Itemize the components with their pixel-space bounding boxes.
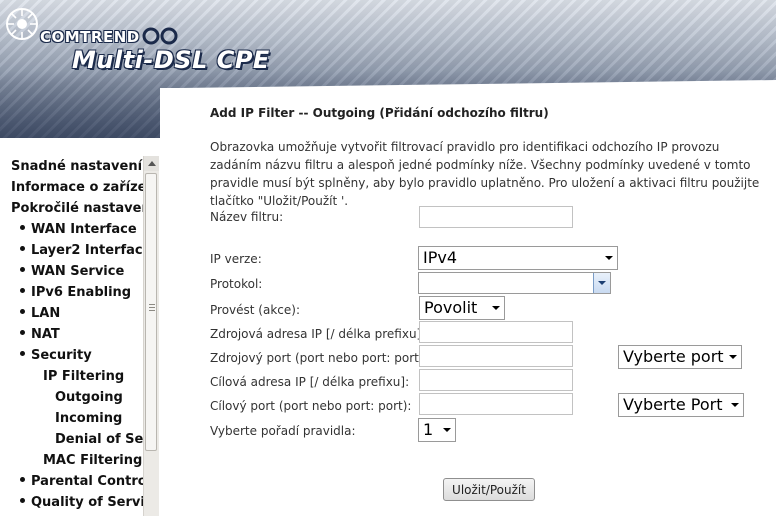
nav-item[interactable]: Security [0,345,143,366]
bullet-icon [20,246,25,251]
nav-item-label: MAC Filtering [43,453,143,468]
chevron-down-icon [492,306,500,310]
bullet-icon [20,225,25,230]
src-port-select-value: Vyberte port [623,347,724,366]
nav-item[interactable]: WAN Interface [0,219,143,240]
nav-item[interactable]: Denial of Service [0,429,143,450]
chevron-down-icon [593,273,610,293]
nav-item[interactable]: NAT [0,324,143,345]
src-port-select[interactable]: Vyberte port [618,345,742,369]
brand-circles-icon [142,27,178,45]
filter-name-input[interactable] [419,206,573,228]
nav-item-label: Incoming [55,411,123,426]
nav-item-label: Layer2 Interface [31,243,143,258]
left-nav: Snadné nastavení Informace o zařízení Pokr… [0,138,160,516]
ip-version-label: IP verze: [210,252,262,266]
nav-item-label: LAN [31,306,61,321]
nav-item[interactable]: WAN Service [0,261,143,282]
chevron-down-icon [443,428,451,432]
page-title: Add IP Filter -- Outgoing (Přidání odcho… [210,106,549,120]
scroll-thumb[interactable] [145,173,157,451]
dst-port-label: Cílový port (port nebo port: port): [210,399,412,413]
scroll-up-arrow-icon[interactable] [144,156,159,171]
nav-item-label: NAT [31,327,60,342]
dst-ip-input[interactable] [419,369,573,391]
nav-item[interactable]: IP Filtering [0,366,143,387]
bullet-icon [20,498,25,503]
filter-name-label: Název filtru: [210,210,284,224]
action-label: Provést (akce): [210,303,300,317]
nav-item-label: Pokročilé nastavení [11,201,143,216]
nav-item-label: Outgoing [55,390,123,405]
src-port-input[interactable] [419,345,573,367]
src-port-label: Zdrojový port (port nebo port: port): [210,351,428,365]
nav-item-label: Quality of Service [31,495,143,510]
nav-item[interactable]: Incoming [0,408,143,429]
nav-item-label: Snadné nastavení [11,159,143,174]
nav-item-label: Denial of Service [55,432,143,447]
grip-icon [149,304,155,312]
nav-item-label: WAN Service [31,264,125,279]
rule-order-label: Vyberte pořadí pravidla: [210,424,356,438]
dst-port-input[interactable] [419,393,573,415]
nav-item[interactable]: IPv6 Enabling [0,282,143,303]
nav-list: Snadné nastavení Informace o zařízení Pokr… [0,156,143,513]
protocol-select[interactable] [418,272,611,294]
nav-item[interactable]: MAC Filtering [0,450,143,471]
rule-order-value: 1 [423,420,434,439]
content-panel: Add IP Filter -- Outgoing (Přidání odcho… [160,88,776,516]
bullet-icon [20,330,25,335]
nav-item[interactable]: Parental Control [0,471,143,492]
nav-item[interactable]: Snadné nastavení [0,156,143,177]
src-ip-label: Zdrojová adresa IP [/ délka prefixu]: [210,327,426,341]
nav-item[interactable]: Layer2 Interface [0,240,143,261]
dst-port-select-value: Vyberte Port [623,395,723,414]
bullet-icon [20,267,25,272]
dst-port-select[interactable]: Vyberte Port [618,393,744,417]
nav-item-label: WAN Interface [31,222,137,237]
apply-button[interactable]: Uložit/Použít [443,478,535,501]
chevron-down-icon [605,256,613,260]
bullet-icon [20,309,25,314]
nav-item[interactable]: Quality of Service [0,492,143,513]
sun-swirl-logo-icon [6,8,38,40]
chevron-down-icon [731,403,739,407]
bullet-icon [20,477,25,482]
bullet-icon [20,288,25,293]
nav-item[interactable]: Informace o zařízení [0,177,143,198]
nav-item[interactable]: LAN [0,303,143,324]
src-ip-input[interactable] [419,321,573,343]
ip-version-value: IPv4 [423,248,458,267]
nav-item-label: IP Filtering [43,369,125,384]
nav-item-label: Informace o zařízení [11,180,143,195]
nav-item-label: IPv6 Enabling [31,285,132,300]
page-description: Obrazovka umožňuje vytvořit filtrovací p… [210,140,760,208]
nav-item-label: Parental Control [31,474,143,489]
action-select[interactable]: Povolit [419,296,505,320]
dst-ip-label: Cílová adresa IP [/ délka prefixu]: [210,375,410,389]
ip-version-select[interactable]: IPv4 [418,246,618,270]
nav-scrollbar[interactable] [143,156,159,516]
nav-item-label: Security [31,348,92,363]
protocol-label: Protokol: [210,277,263,291]
brand-name: COMTREND [40,28,140,46]
action-value: Povolit [424,298,478,317]
product-name: Multi-DSL CPE [72,46,270,74]
nav-item[interactable]: Outgoing [0,387,143,408]
rule-order-select[interactable]: 1 [418,418,456,442]
nav-item[interactable]: Pokročilé nastavení [0,198,143,219]
chevron-down-icon [729,355,737,359]
bullet-icon [20,351,25,356]
